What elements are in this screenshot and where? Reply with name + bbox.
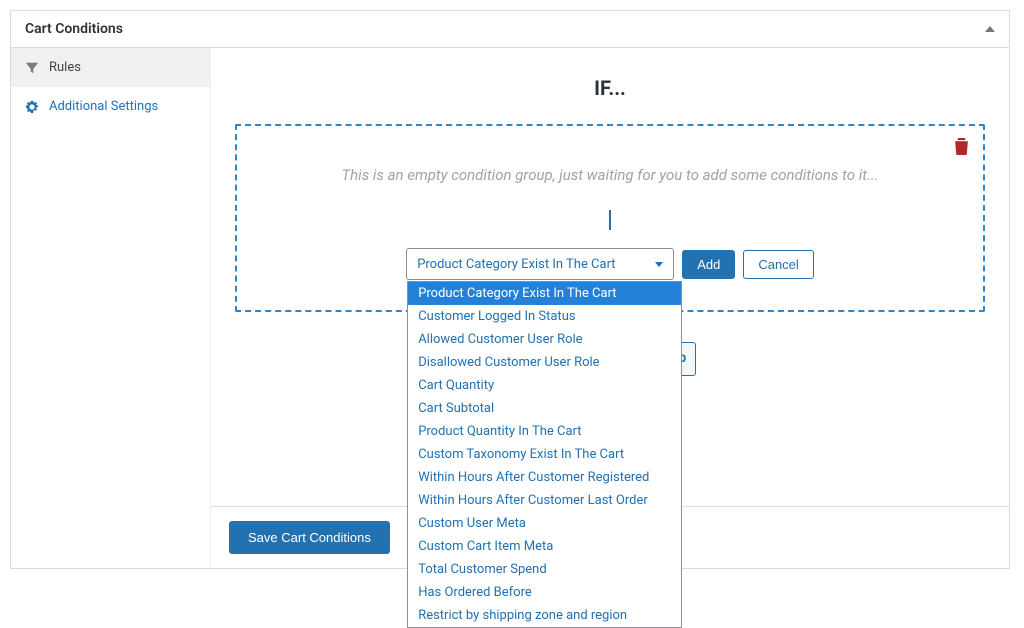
add-condition-button[interactable]: Add: [682, 250, 735, 279]
condition-type-select[interactable]: Product Category Exist In The Cart Produ…: [406, 248, 674, 280]
dropdown-option[interactable]: Custom User Meta: [408, 512, 681, 535]
dropdown-option[interactable]: Custom Taxonomy Exist In The Cart: [408, 443, 681, 466]
sidebar-item-additional-settings[interactable]: Additional Settings: [11, 87, 210, 126]
chevron-down-icon: [655, 262, 663, 267]
panel-header[interactable]: Cart Conditions: [11, 11, 1009, 48]
empty-group-text: This is an empty condition group, just w…: [267, 166, 953, 184]
collapse-icon[interactable]: [985, 26, 995, 32]
cancel-condition-button[interactable]: Cancel: [743, 250, 813, 279]
dropdown-option[interactable]: Restrict by shipping zone and region: [408, 604, 681, 627]
if-heading: IF...: [235, 76, 985, 100]
dropdown-option[interactable]: Cart Quantity: [408, 374, 681, 397]
main-area: IF... This is an empty condition group, …: [211, 48, 1009, 568]
condition-group: This is an empty condition group, just w…: [235, 124, 985, 312]
sidebar-item-label: Additional Settings: [49, 99, 158, 114]
dropdown-option[interactable]: Custom Cart Item Meta: [408, 535, 681, 558]
text-caret-icon: [609, 210, 611, 230]
condition-controls: Product Category Exist In The Cart Produ…: [267, 248, 953, 280]
dropdown-option[interactable]: Product Category Exist In The Cart: [408, 282, 681, 305]
dropdown-option[interactable]: Product Quantity In The Cart: [408, 420, 681, 443]
dropdown-option[interactable]: Total Customer Spend: [408, 558, 681, 581]
select-value: Product Category Exist In The Cart: [417, 257, 615, 272]
gear-icon: [25, 100, 39, 114]
dropdown-option[interactable]: Has Ordered Before: [408, 581, 681, 604]
filter-icon: [25, 61, 39, 75]
dropdown-option[interactable]: Disallowed Customer User Role: [408, 351, 681, 374]
dropdown-option[interactable]: Allowed Customer User Role: [408, 328, 681, 351]
delete-group-button[interactable]: [954, 138, 969, 159]
condition-type-dropdown[interactable]: Product Category Exist In The CartCustom…: [407, 281, 682, 628]
panel-body: Rules Additional Settings IF... This is …: [11, 48, 1009, 568]
sidebar-item-rules[interactable]: Rules: [11, 48, 210, 87]
cart-conditions-panel: Cart Conditions Rules Additional Setting…: [10, 10, 1010, 569]
dropdown-option[interactable]: Customer Logged In Status: [408, 305, 681, 328]
dropdown-option[interactable]: Cart Subtotal: [408, 397, 681, 420]
panel-title: Cart Conditions: [25, 21, 123, 37]
save-cart-conditions-button[interactable]: Save Cart Conditions: [229, 521, 390, 554]
sidebar: Rules Additional Settings: [11, 48, 211, 568]
dropdown-option[interactable]: Within Hours After Customer Registered: [408, 466, 681, 489]
dropdown-option[interactable]: Within Hours After Customer Last Order: [408, 489, 681, 512]
sidebar-item-label: Rules: [49, 60, 81, 75]
